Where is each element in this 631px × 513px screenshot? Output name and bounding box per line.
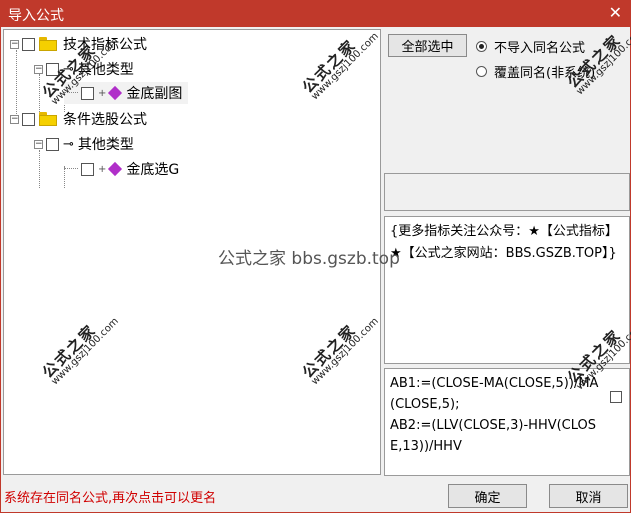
checkbox[interactable] xyxy=(46,137,59,151)
title-bar: 导入公式 ✕ xyxy=(1,1,630,27)
checkbox[interactable] xyxy=(81,162,94,176)
checkbox[interactable] xyxy=(22,112,35,126)
cancel-button[interactable]: 取消 xyxy=(549,484,628,508)
tree-item-other-types-2[interactable]: − ⊸ 其他类型 xyxy=(34,133,134,155)
folder-icon xyxy=(39,37,57,51)
description-panel xyxy=(384,173,630,211)
key-icon: ⊸ xyxy=(63,136,74,152)
import-formula-dialog: 导入公式 ✕ − 技术指标公式 − ⊸ 其他类型 + 金底副图 − 条件选股公式… xyxy=(0,0,631,513)
info-text: {更多指标关注公众号：★【公式指标】★【公式之家网站：BBS.GSZB.TOP】… xyxy=(390,224,618,261)
watermark: 公式之家 www.gszj100.com xyxy=(563,25,631,98)
close-icon[interactable]: ✕ xyxy=(609,3,622,22)
folder-icon xyxy=(39,112,57,126)
radio-selected-icon xyxy=(476,41,487,52)
radio-label: 不导入同名公式 xyxy=(494,41,586,56)
plus-icon: + xyxy=(98,87,107,99)
tree-item-jindi-futu[interactable]: + 金底副图 xyxy=(64,82,189,104)
status-message: 系统存在同名公式,再次点击可以更名 xyxy=(4,491,217,506)
collapse-toggle[interactable]: − xyxy=(10,39,19,49)
tree-item-jindi-xuan[interactable]: + 金底选G xyxy=(64,158,179,180)
info-panel: {更多指标关注公众号：★【公式指标】★【公式之家网站：BBS.GSZB.TOP】… xyxy=(384,216,630,364)
select-all-button[interactable]: 全部选中 xyxy=(388,34,467,57)
ok-button[interactable]: 确定 xyxy=(448,484,527,508)
plus-icon: + xyxy=(98,163,107,175)
watermark-center: 公式之家 bbs.gszb.top xyxy=(218,249,400,269)
tree-item-label: 其他类型 xyxy=(77,137,134,153)
tree-item-stock-selection[interactable]: − 条件选股公式 xyxy=(10,108,147,130)
formula-code: AB1:=(CLOSE-MA(CLOSE,5))/MA(CLOSE,5); AB… xyxy=(390,376,599,454)
tree-item-label: 条件选股公式 xyxy=(63,112,147,128)
collapse-toggle[interactable]: − xyxy=(34,64,43,74)
checkbox[interactable] xyxy=(22,37,35,51)
collapse-toggle[interactable]: − xyxy=(34,139,43,149)
tree-item-label: 金底选G xyxy=(126,162,180,178)
formula-code-panel[interactable]: AB1:=(CLOSE-MA(CLOSE,5))/MA(CLOSE,5); AB… xyxy=(384,368,630,476)
tree-item-label: 金底副图 xyxy=(126,86,183,102)
formula-gem-icon xyxy=(108,85,123,101)
code-checkbox[interactable] xyxy=(610,391,622,403)
radio-unselected-icon xyxy=(476,66,487,77)
formula-gem-icon xyxy=(108,161,123,177)
radio-skip-duplicates[interactable]: 不导入同名公式 xyxy=(476,37,585,56)
checkbox[interactable] xyxy=(81,86,94,100)
collapse-toggle[interactable]: − xyxy=(10,114,19,124)
dialog-title: 导入公式 xyxy=(8,8,64,24)
